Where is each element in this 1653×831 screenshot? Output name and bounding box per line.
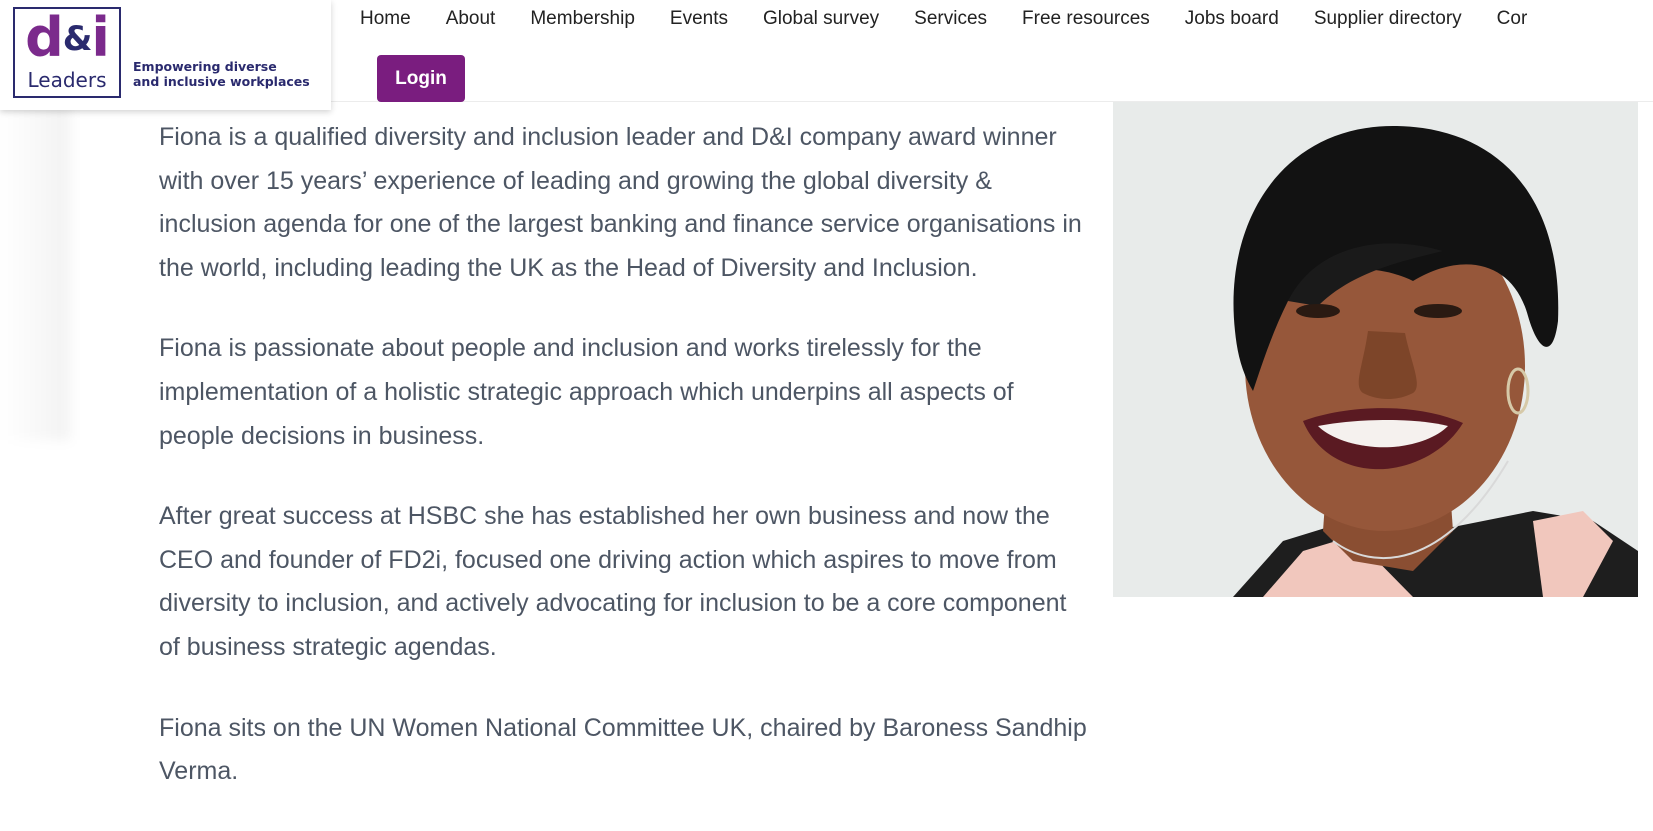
logo-tagline: Empowering diverse and inclusive workpla… <box>133 59 310 89</box>
nav-item-supplier-directory[interactable]: Supplier directory <box>1314 0 1462 38</box>
nav-item-about[interactable]: About <box>446 0 496 38</box>
nav-item-jobs-board[interactable]: Jobs board <box>1185 0 1279 38</box>
side-shadow <box>0 100 70 440</box>
bio-text: Fiona is a qualified diversity and inclu… <box>159 116 1089 831</box>
nav-item-global-survey[interactable]: Global survey <box>763 0 879 38</box>
nav-item-events[interactable]: Events <box>670 0 728 38</box>
logo-wordmark: Leaders <box>27 68 107 92</box>
main-nav: Home About Membership Events Global surv… <box>360 0 1562 38</box>
nav-item-home[interactable]: Home <box>360 0 411 38</box>
bio-paragraph: Fiona is passionate about people and inc… <box>159 334 1014 450</box>
bio-paragraph: After great success at HSBC she has esta… <box>159 502 1067 661</box>
login-button[interactable]: Login <box>377 55 465 102</box>
nav-item-free-resources[interactable]: Free resources <box>1022 0 1150 38</box>
nav-item-membership[interactable]: Membership <box>530 0 635 38</box>
nav-item-services[interactable]: Services <box>914 0 987 38</box>
site-logo[interactable]: d&i Leaders <box>13 7 121 98</box>
profile-photo <box>1113 101 1638 597</box>
bio-paragraph: Fiona sits on the UN Women National Comm… <box>159 713 1087 786</box>
bio-paragraph: Fiona is a qualified diversity and inclu… <box>159 123 1082 282</box>
portrait-illustration <box>1113 101 1638 597</box>
nav-item-contact[interactable]: Cor <box>1497 0 1528 38</box>
logo-mark: d&i <box>25 6 110 69</box>
logo-card[interactable]: d&i Leaders Empowering diverse and inclu… <box>0 0 331 110</box>
